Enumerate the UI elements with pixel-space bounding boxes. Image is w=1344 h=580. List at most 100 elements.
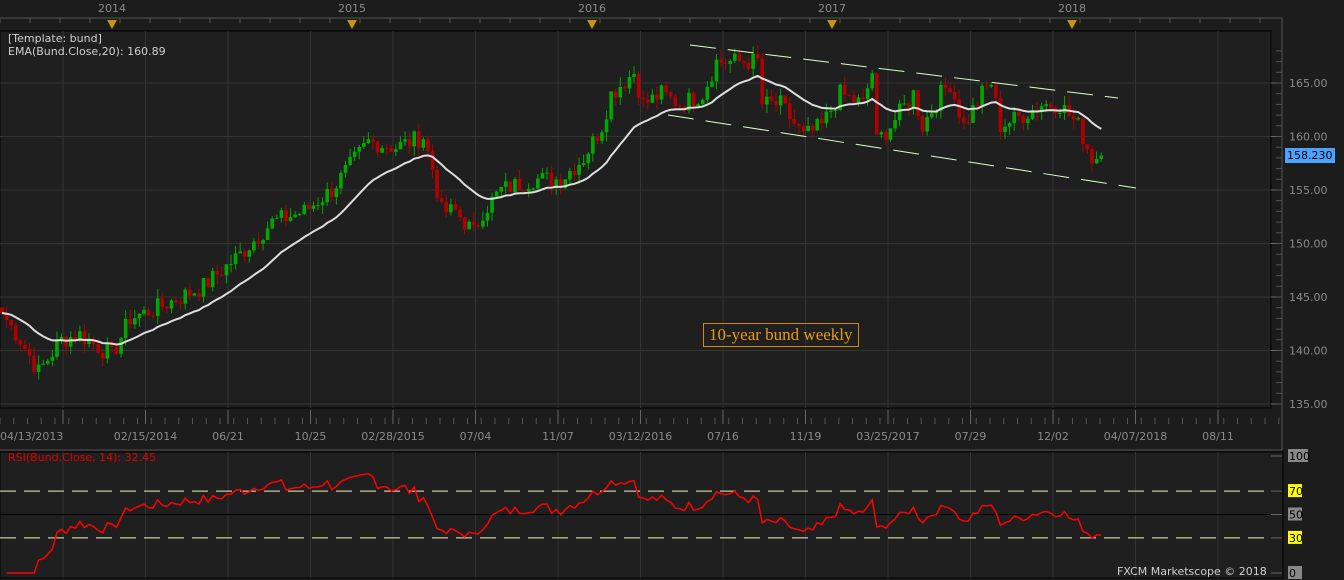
candle-body: [18, 340, 23, 345]
candle-body: [1026, 118, 1030, 124]
candle-body: [586, 153, 591, 164]
candle-body: [215, 270, 220, 275]
candle-body: [123, 318, 128, 339]
candle-body: [238, 251, 242, 254]
candle-body: [311, 205, 316, 209]
date-label: 11/19: [790, 430, 822, 443]
candle-body: [275, 217, 279, 219]
candle-body: [678, 106, 682, 108]
candle-body: [233, 253, 238, 265]
candle-body: [801, 126, 806, 131]
candle-body: [302, 204, 307, 215]
candle-body: [210, 270, 215, 288]
candle-body: [920, 116, 925, 132]
candle-body: [499, 186, 504, 192]
candle-body: [467, 221, 471, 230]
candle-body: [169, 300, 174, 309]
candle-body: [893, 120, 897, 129]
candle-body: [284, 210, 288, 221]
candle-body: [929, 113, 934, 118]
price-label: 160.00: [1289, 131, 1328, 144]
candle-body: [449, 204, 453, 213]
candle-body: [746, 63, 751, 69]
candle-body: [252, 241, 256, 251]
candle-body: [604, 119, 609, 133]
candle-body: [1058, 112, 1062, 114]
candle-body: [1062, 105, 1067, 113]
candle-body: [728, 60, 733, 64]
candle-body: [197, 293, 201, 297]
candle-body: [664, 85, 668, 93]
candle-body: [829, 110, 833, 112]
candle-body: [13, 325, 18, 341]
candle-body: [187, 289, 192, 296]
candle-body: [948, 88, 952, 92]
candle-body: [641, 97, 645, 100]
candle-body: [403, 139, 407, 142]
candle-body: [943, 84, 948, 89]
candle-body: [114, 346, 119, 354]
candle-body: [105, 344, 110, 359]
candle-body: [714, 59, 719, 82]
candle-body: [888, 128, 893, 140]
candle-body: [916, 90, 920, 117]
candle-body: [307, 204, 311, 209]
candle-body: [1007, 123, 1012, 127]
candle-body: [865, 88, 870, 99]
candle-body: [329, 188, 334, 198]
candle-body: [650, 94, 655, 103]
chart-canvas[interactable]: 2014 2015 2016 2017 2018 04/13/2013 02/15/2014…: [0, 0, 1344, 580]
candle-body: [96, 343, 100, 353]
candle-body: [719, 59, 723, 63]
candle-body: [348, 156, 352, 166]
candle-body: [41, 363, 46, 365]
candle-body: [1049, 104, 1053, 108]
candle-body: [201, 278, 206, 297]
candle-body: [632, 73, 636, 78]
date-label: 06/21: [212, 430, 244, 443]
candle-body: [723, 62, 728, 64]
candle-body: [897, 103, 902, 121]
candle-body: [797, 123, 801, 127]
chart-annotation: 10-year bund weekly: [703, 323, 859, 347]
candle-body: [957, 99, 962, 118]
candle-body: [155, 298, 160, 316]
candle-body: [261, 239, 265, 244]
candle-body: [870, 73, 874, 89]
candle-body: [568, 170, 572, 180]
candle-body: [435, 169, 439, 198]
candle-body: [1021, 115, 1026, 124]
candle-body: [133, 318, 137, 325]
candle-body: [536, 178, 540, 189]
candle-body: [1076, 118, 1081, 120]
candle-body: [613, 91, 618, 98]
candle-body: [334, 188, 339, 198]
date-label: 03/25/2017: [856, 430, 919, 443]
candle-body: [737, 53, 742, 62]
date-label: 11/07: [542, 430, 574, 443]
candle-body: [952, 91, 957, 100]
candle-body: [852, 95, 856, 103]
price-panel: [0, 30, 1272, 409]
date-label: 02/28/2015: [361, 430, 424, 443]
candle-body: [742, 61, 746, 64]
candle-body: [833, 109, 838, 111]
candle-body: [430, 150, 435, 170]
candle-body: [366, 139, 371, 144]
candle-body: [984, 85, 989, 87]
candle-body: [806, 125, 810, 131]
year-label: 2017: [818, 2, 846, 15]
price-label: 155.00: [1289, 184, 1328, 197]
candle-body: [623, 87, 627, 89]
candle-body: [142, 309, 146, 314]
candle-body: [975, 105, 980, 107]
candle-body: [696, 104, 700, 107]
candle-body: [655, 94, 659, 100]
candle-body: [572, 170, 577, 175]
candle-body: [549, 172, 554, 187]
candle-body: [659, 85, 664, 100]
candle-body: [600, 132, 604, 141]
candle-body: [925, 117, 929, 132]
candle-body: [279, 210, 284, 218]
candle-body: [581, 163, 586, 165]
